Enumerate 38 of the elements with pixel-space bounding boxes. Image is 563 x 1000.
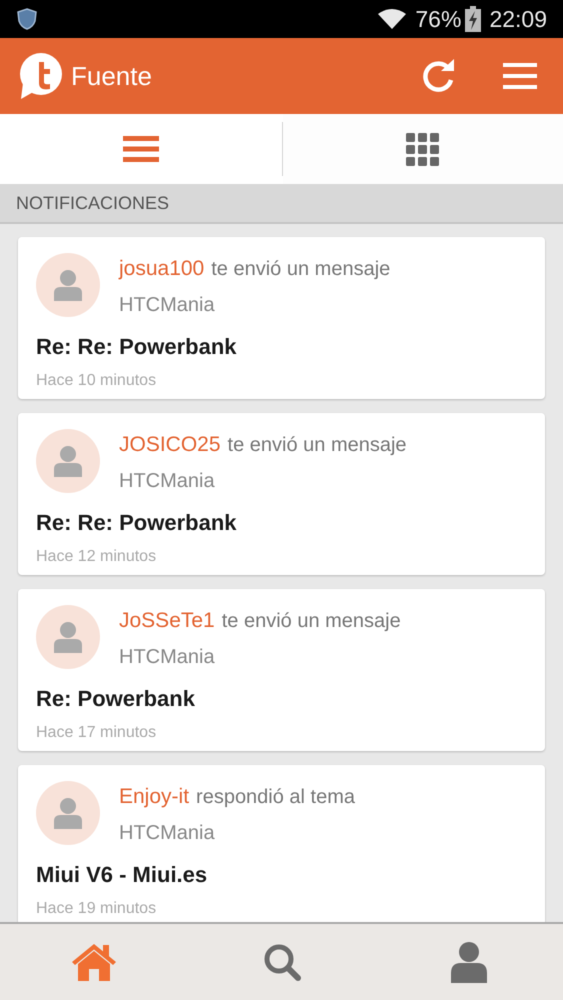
list-view-icon [122, 134, 159, 164]
thread-title: Miui V6 - Miui.es [36, 860, 208, 888]
home-icon [70, 942, 118, 982]
notification-card[interactable]: JOSICO25 te envió un mensaje HTCMania Re: Re: Powerbank Hace 12 minutos [18, 413, 545, 575]
thread-title: Re: Re: Powerbank [36, 332, 238, 360]
shield-icon [16, 8, 38, 30]
search-icon [262, 942, 302, 982]
user-icon [53, 621, 83, 653]
forum-name: HTCMania [119, 292, 216, 318]
notification-card[interactable]: JoSSeTe1 te envió un mensaje HTCMania Re: Powerbank Hace 17 minutos [18, 589, 545, 751]
user-icon [53, 797, 83, 829]
logo-icon [19, 53, 63, 99]
notification-action: respondió al tema [196, 785, 356, 810]
app-title: Fuente [71, 60, 152, 92]
forum-name: HTCMania [119, 644, 216, 670]
refresh-icon [422, 59, 456, 93]
user-icon [53, 269, 83, 301]
notification-time: Hace 17 minutos [36, 722, 158, 742]
clock: 22:09 [489, 4, 547, 34]
notification-card[interactable]: Enjoy-it respondió al tema HTCMania Miui V6 - Miui.es Hace 19 minutos [18, 765, 545, 922]
wifi-icon [377, 8, 408, 30]
forum-name: HTCMania [119, 820, 216, 846]
forum-name: HTCMania [119, 468, 216, 494]
notification-time: Hace 10 minutos [36, 370, 158, 390]
section-title: NOTIFICACIONES [16, 192, 170, 214]
thread-title: Re: Re: Powerbank [36, 508, 238, 536]
notification-time: Hace 12 minutos [36, 546, 158, 566]
notification-action: te envió un mensaje [211, 257, 390, 282]
battery-charging-icon [465, 6, 482, 32]
notification-action: te envió un mensaje [228, 433, 407, 458]
battery-percent: 76% [415, 4, 462, 34]
notification-card[interactable]: josua100 te envió un mensaje HTCMania Re: Re: Powerbank Hace 10 minutos [18, 237, 545, 399]
profile-icon [450, 941, 488, 983]
user-icon [53, 445, 83, 477]
notification-action: te envió un mensaje [222, 609, 401, 634]
thread-title: Re: Powerbank [36, 684, 196, 712]
notification-time: Hace 19 minutos [36, 898, 158, 918]
grid-view-icon [406, 132, 440, 166]
